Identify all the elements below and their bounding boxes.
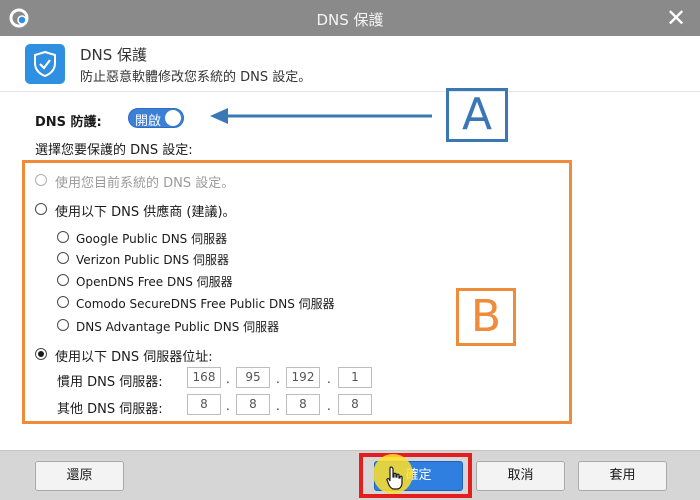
restore-button[interactable]: 還原 <box>35 461 124 491</box>
provider-google-label: Google Public DNS 伺服器 <box>76 232 228 246</box>
radio-provider-comodo[interactable] <box>57 296 69 308</box>
toggle-text: 開啟 <box>135 114 162 129</box>
ip-dot: . <box>226 399 230 413</box>
alternate-dns-octet-3[interactable]: 8 <box>286 394 320 415</box>
ip-dot: . <box>276 372 280 386</box>
header-description: 防止惡意軟體修改您系統的 DNS 設定。 <box>80 70 312 85</box>
header-title: DNS 保護 <box>80 46 148 64</box>
alternate-dns-octet-2[interactable]: 8 <box>236 394 270 415</box>
provider-comodo-label: Comodo SecureDNS Free Public DNS 伺服器 <box>76 297 335 311</box>
dns-protection-label: DNS 防護: <box>35 115 102 130</box>
annotation-b: B <box>456 288 516 346</box>
preferred-dns-octet-2[interactable]: 95 <box>236 367 270 388</box>
window-title: DNS 保護 <box>316 11 384 29</box>
alternate-dns-label: 其他 DNS 伺服器: <box>57 402 163 417</box>
preferred-dns-octet-1[interactable]: 168 <box>187 367 221 388</box>
ip-dot: . <box>327 372 331 386</box>
radio-provider-dns-advantage[interactable] <box>57 319 69 331</box>
radio-provider-google[interactable] <box>57 231 69 243</box>
arrow-left-icon <box>210 108 432 124</box>
option-dns-provider-label: 使用以下 DNS 供應商 (建議)。 <box>55 205 236 220</box>
option-current-settings-label: 使用您目前系統的 DNS 設定。 <box>55 176 235 191</box>
apply-button[interactable]: 套用 <box>578 461 667 491</box>
radio-dns-provider[interactable] <box>35 203 47 215</box>
preferred-dns-octet-3[interactable]: 192 <box>286 367 320 388</box>
section-subtitle: 選擇您要保護的 DNS 設定: <box>35 143 193 158</box>
dns-protection-toggle[interactable]: 開啟 <box>128 108 184 129</box>
shield-check-icon <box>25 44 65 84</box>
annotation-a: A <box>446 88 508 142</box>
title-bar: DNS 保護 ✕ <box>0 0 700 36</box>
provider-opendns-label: OpenDNS Free DNS 伺服器 <box>76 275 233 289</box>
header: DNS 保護 防止惡意軟體修改您系統的 DNS 設定。 <box>0 36 700 92</box>
close-icon[interactable]: ✕ <box>660 2 692 34</box>
hand-cursor-icon <box>386 466 403 490</box>
ip-dot: . <box>276 399 280 413</box>
radio-provider-opendns[interactable] <box>57 274 69 286</box>
provider-verizon-label: Verizon Public DNS 伺服器 <box>76 253 229 267</box>
radio-provider-verizon[interactable] <box>57 252 69 264</box>
ip-dot: . <box>327 399 331 413</box>
radio-current-settings[interactable] <box>35 174 47 186</box>
alternate-dns-octet-4[interactable]: 8 <box>338 394 372 415</box>
alternate-dns-octet-1[interactable]: 8 <box>187 394 221 415</box>
ip-dot: . <box>226 372 230 386</box>
preferred-dns-octet-4[interactable]: 1 <box>338 367 372 388</box>
preferred-dns-label: 慣用 DNS 伺服器: <box>57 375 163 390</box>
cancel-button[interactable]: 取消 <box>476 461 565 491</box>
toggle-knob <box>165 110 181 126</box>
option-custom-dns-label: 使用以下 DNS 伺服器位址: <box>55 350 213 365</box>
radio-custom-dns[interactable] <box>35 348 47 360</box>
provider-dns-advantage-label: DNS Advantage Public DNS 伺服器 <box>76 320 280 334</box>
